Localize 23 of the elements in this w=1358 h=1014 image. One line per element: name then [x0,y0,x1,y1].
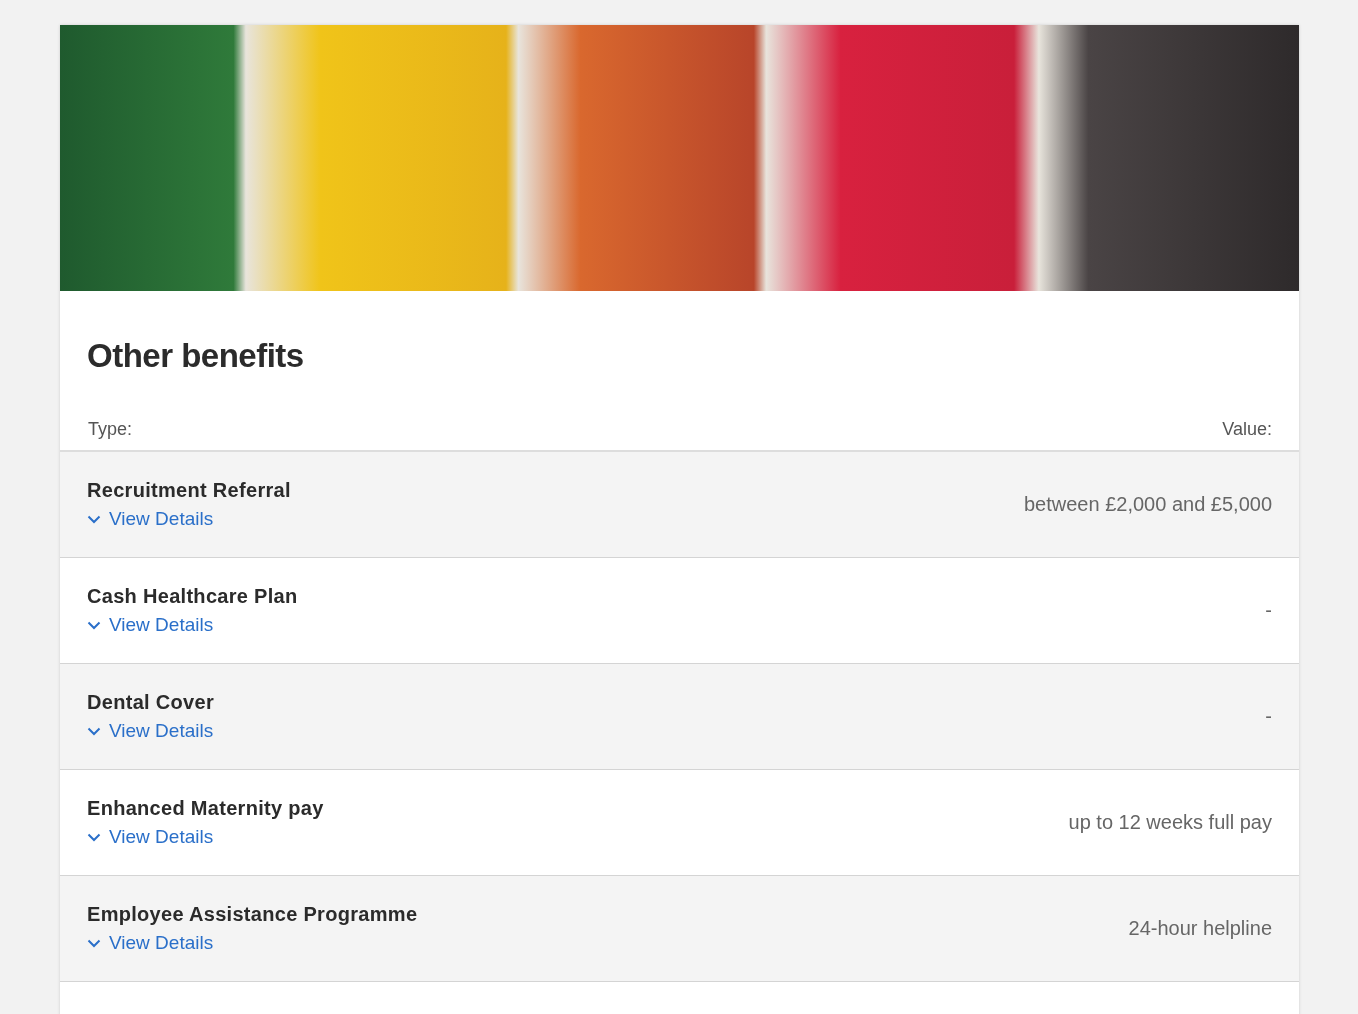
benefit-value: 24-hour helpline [1128,917,1272,940]
type-heading: Type: [88,419,133,440]
benefit-name: Cash Healthcare Plan [87,585,298,608]
view-details-link[interactable]: View Details [87,614,214,636]
benefit-value: - [1265,599,1272,622]
view-details-link[interactable]: View Details [87,720,214,742]
chevron-down-icon [87,832,101,842]
benefit-name: Employee Assistance Programme [87,903,418,926]
section-title: Other benefits [86,336,305,375]
chevron-down-icon [87,514,101,524]
benefit-value: between £2,000 and £5,000 [1024,493,1272,516]
benefit-value: - [1265,705,1272,728]
chevron-down-icon [87,938,101,948]
benefit-value: up to 12 weeks full pay [1068,811,1272,834]
view-details-link[interactable]: View Details [87,932,214,954]
chevron-down-icon [87,726,101,736]
view-details-link[interactable]: View Details [87,826,214,848]
value-heading: Value: [1222,419,1272,440]
view-details-link[interactable]: View Details [87,508,214,530]
benefit-name: Recruitment Referral [87,479,291,502]
benefit-name: Enhanced Maternity pay [87,797,324,820]
chevron-down-icon [87,620,101,630]
benefit-name: Dental Cover [87,691,214,714]
